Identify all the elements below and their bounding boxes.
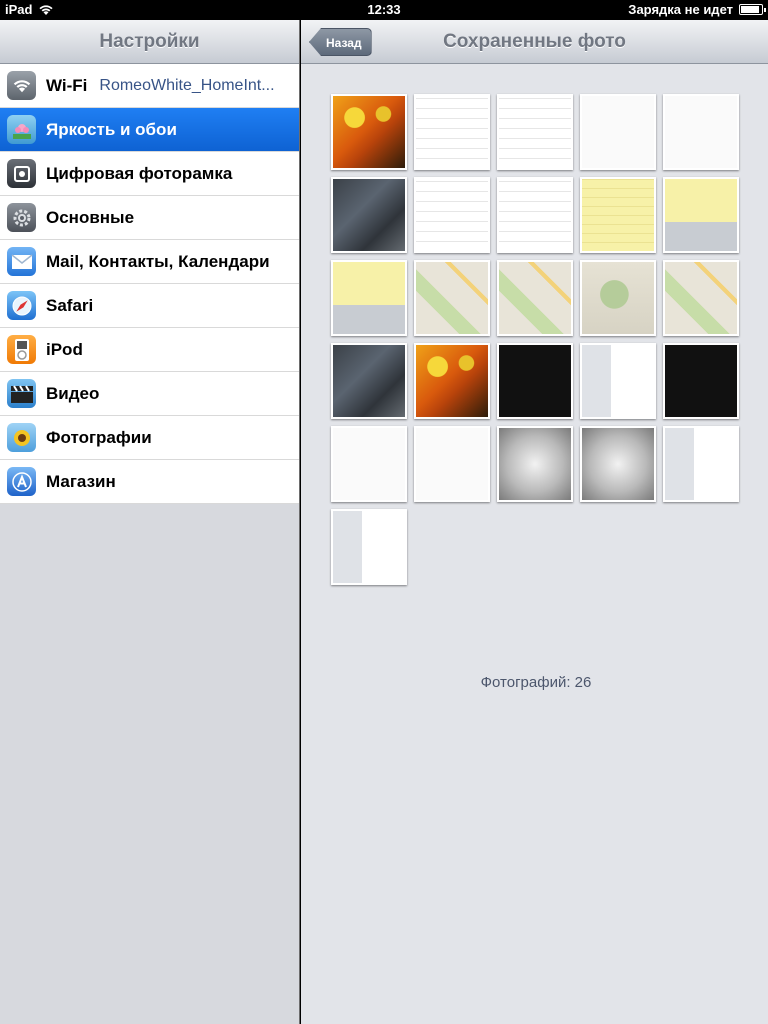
settings-item-label: Фотографии	[46, 427, 152, 447]
photo-thumbnail[interactable]	[663, 177, 739, 253]
photo-thumbnail[interactable]	[414, 94, 490, 170]
photo-thumbnail[interactable]	[414, 426, 490, 502]
battery-status-text: Зарядка не идет	[628, 2, 733, 17]
battery-group: Зарядка не идет	[628, 2, 766, 17]
ipod-icon	[7, 335, 36, 364]
photo-thumbnail[interactable]	[580, 177, 656, 253]
photo-thumbnail[interactable]	[580, 260, 656, 336]
settings-navbar: Настройки	[0, 20, 299, 64]
photo-thumbnail[interactable]	[331, 509, 407, 585]
settings-item-label: Видео	[46, 383, 100, 403]
settings-item-label: Safari	[46, 295, 94, 315]
photo-thumbnail[interactable]	[331, 260, 407, 336]
photo-thumbnail[interactable]	[663, 426, 739, 502]
video-clapper-icon	[7, 379, 36, 408]
settings-item-label: iPod	[46, 339, 83, 359]
photo-thumbnail[interactable]	[663, 94, 739, 170]
settings-item-label: Цифровая фоторамка	[46, 163, 233, 183]
saved-photos-pane: Назад Сохраненные фото Фотографий: 26	[301, 20, 768, 1024]
photo-thumbnail[interactable]	[580, 426, 656, 502]
wifi-network-name: RomeoWhite_HomeInt...	[99, 76, 275, 94]
settings-item-ipod[interactable]: iPod	[0, 328, 299, 372]
photo-thumbnail[interactable]	[497, 94, 573, 170]
settings-item-wifi[interactable]: Wi-Fi RomeoWhite_HomeInt...	[0, 64, 299, 108]
app-store-icon	[7, 467, 36, 496]
photo-thumbnail[interactable]	[497, 260, 573, 336]
brightness-wallpaper-icon	[7, 115, 36, 144]
album-navbar: Назад Сохраненные фото	[301, 20, 768, 64]
settings-item-picture-frame[interactable]: Цифровая фоторамка	[0, 152, 299, 196]
settings-list: Wi-Fi RomeoWhite_HomeInt... Яркость и об…	[0, 64, 299, 504]
mail-icon	[7, 247, 36, 276]
battery-icon	[739, 4, 766, 15]
album-title: Сохраненные фото	[443, 31, 626, 52]
photo-thumbnail[interactable]	[331, 426, 407, 502]
settings-item-label: Магазин	[46, 471, 116, 491]
photo-count: Фотографий: 26	[480, 674, 592, 691]
photo-thumbnail[interactable]	[414, 177, 490, 253]
settings-item-safari[interactable]: Safari	[0, 284, 299, 328]
settings-item-label: Wi-Fi	[46, 75, 88, 95]
photo-thumbnail[interactable]	[497, 177, 573, 253]
safari-compass-icon	[7, 291, 36, 320]
photo-thumbnail[interactable]	[331, 343, 407, 419]
photo-thumbnail[interactable]	[663, 343, 739, 419]
sunflower-photos-icon	[7, 423, 36, 452]
photo-thumbnail[interactable]	[414, 260, 490, 336]
photo-thumbnail[interactable]	[580, 343, 656, 419]
photo-thumbnail[interactable]	[663, 260, 739, 336]
status-bar: iPad 12:33 Зарядка не идет	[0, 0, 768, 20]
settings-item-label: Яркость и обои	[46, 119, 177, 139]
settings-item-general[interactable]: Основные	[0, 196, 299, 240]
settings-title: Настройки	[99, 31, 200, 52]
settings-item-photos[interactable]: Фотографии	[0, 416, 299, 460]
picture-frame-icon	[7, 159, 36, 188]
settings-item-store[interactable]: Магазин	[0, 460, 299, 504]
gear-icon	[7, 203, 36, 232]
settings-item-video[interactable]: Видео	[0, 372, 299, 416]
settings-item-brightness[interactable]: Яркость и обои	[0, 108, 299, 152]
photo-thumbnail[interactable]	[497, 426, 573, 502]
photo-thumbnail[interactable]	[580, 94, 656, 170]
photo-thumbnail[interactable]	[497, 343, 573, 419]
photo-thumbnail[interactable]	[414, 343, 490, 419]
battery-fill	[741, 6, 759, 13]
settings-item-label: Основные	[46, 207, 135, 227]
photo-thumbnail[interactable]	[331, 94, 407, 170]
settings-pane: Настройки Wi-Fi RomeoWhite_HomeInt... Яр…	[0, 20, 300, 1024]
settings-item-label: Mail, Контакты, Календари	[46, 251, 270, 271]
photo-thumbnail[interactable]	[331, 177, 407, 253]
settings-item-mail[interactable]: Mail, Контакты, Календари	[0, 240, 299, 284]
wifi-icon	[7, 71, 36, 100]
